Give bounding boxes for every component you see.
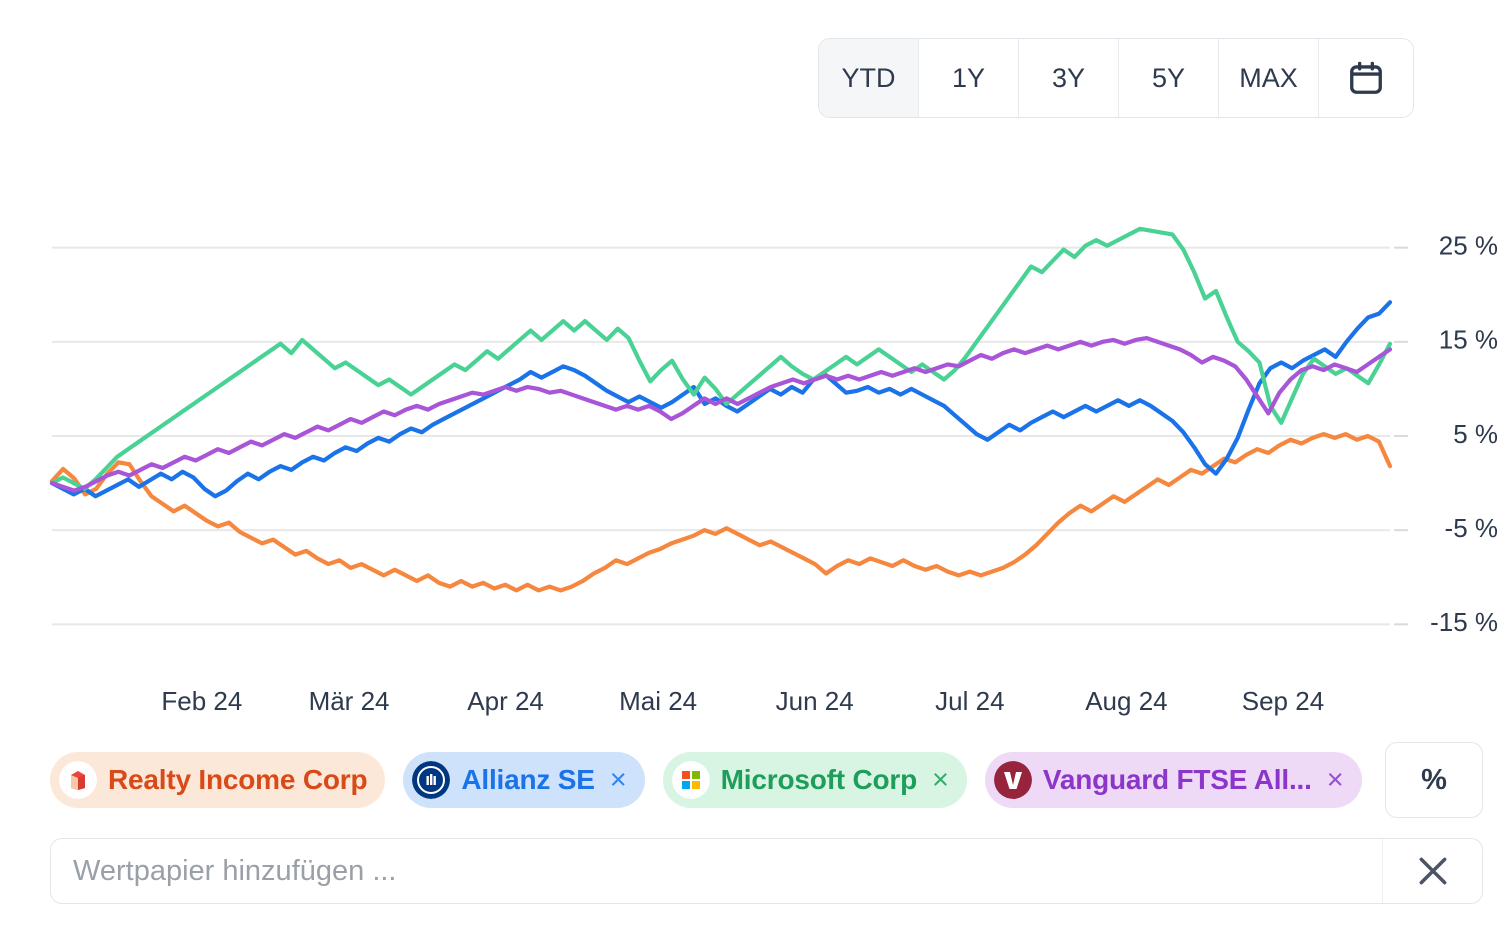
custom-date-range-button[interactable] xyxy=(1319,39,1413,117)
legend-chip[interactable]: Vanguard FTSE All... × xyxy=(985,752,1362,808)
range-button-3y[interactable]: 3Y xyxy=(1019,39,1119,117)
range-button-max-label: MAX xyxy=(1239,63,1298,94)
range-button-5y-label: 5Y xyxy=(1152,63,1185,94)
legend-chip[interactable]: Realty Income Corp xyxy=(50,752,385,808)
legend-chip-remove-icon[interactable]: × xyxy=(610,766,627,795)
range-button-ytd-label: YTD xyxy=(842,63,896,94)
allianz-logo xyxy=(412,761,450,799)
close-icon xyxy=(1413,851,1453,891)
range-button-1y-label: 1Y xyxy=(952,63,985,94)
series-line xyxy=(52,229,1390,489)
range-button-1y[interactable]: 1Y xyxy=(919,39,1019,117)
x-axis-tick-label: Mär 24 xyxy=(309,686,390,716)
range-button-5y[interactable]: 5Y xyxy=(1119,39,1219,117)
chart-x-axis-labels: Feb 24 Mär 24 Apr 24 Mai 24 Jun 24 Jul 24 Aug … xyxy=(161,686,1324,716)
chart-gridlines xyxy=(52,248,1408,625)
legend-chip-label: Vanguard FTSE All... xyxy=(1043,764,1312,796)
y-axis-tick-label: -5 % xyxy=(1445,513,1498,543)
y-axis-tick-label: 25 % xyxy=(1439,231,1498,261)
x-axis-tick-label: Aug 24 xyxy=(1085,686,1167,716)
legend-chip[interactable]: Allianz SE × xyxy=(403,752,644,808)
chart-series-lines xyxy=(52,229,1390,591)
security-legend: Realty Income CorpAllianz SE×Microsoft C… xyxy=(50,750,1450,810)
chart-y-axis-labels: 25 % 15 % 5 % -5 % -15 % xyxy=(1430,231,1498,638)
legend-chip-label: Allianz SE xyxy=(461,764,594,796)
x-axis-tick-label: Apr 24 xyxy=(467,686,544,716)
series-line xyxy=(52,434,1390,590)
y-axis-tick-label: -15 % xyxy=(1430,607,1498,637)
performance-chart[interactable]: 25 % 15 % 5 % -5 % -15 % Feb 24 Mär 24 Apr 24 M… xyxy=(0,150,1498,730)
legend-chip[interactable]: Microsoft Corp × xyxy=(663,752,967,808)
add-security-row xyxy=(50,838,1483,904)
legend-chip-label: Realty Income Corp xyxy=(108,764,367,796)
calendar-icon xyxy=(1347,59,1385,97)
clear-search-button[interactable] xyxy=(1382,839,1482,903)
x-axis-tick-label: Jul 24 xyxy=(935,686,1004,716)
x-axis-tick-label: Sep 24 xyxy=(1242,686,1324,716)
vanguard-logo xyxy=(994,761,1032,799)
range-button-3y-label: 3Y xyxy=(1052,63,1085,94)
x-axis-tick-label: Jun 24 xyxy=(776,686,854,716)
range-button-ytd[interactable]: YTD xyxy=(819,39,919,117)
percent-toggle-label: % xyxy=(1421,764,1447,797)
microsoft-logo xyxy=(672,761,710,799)
y-axis-tick-label: 15 % xyxy=(1439,325,1498,355)
legend-chip-remove-icon[interactable]: × xyxy=(1327,766,1344,795)
add-security-input[interactable] xyxy=(51,839,1382,903)
time-range-selector[interactable]: YTD 1Y 3Y 5Y MAX xyxy=(818,38,1414,118)
x-axis-tick-label: Feb 24 xyxy=(161,686,242,716)
range-button-max[interactable]: MAX xyxy=(1219,39,1319,117)
legend-chip-remove-icon[interactable]: × xyxy=(932,766,949,795)
x-axis-tick-label: Mai 24 xyxy=(619,686,697,716)
percent-toggle-button[interactable]: % xyxy=(1385,742,1483,818)
legend-chip-label: Microsoft Corp xyxy=(721,764,917,796)
realty-income-logo xyxy=(59,761,97,799)
chart-canvas[interactable]: 25 % 15 % 5 % -5 % -15 % Feb 24 Mär 24 Apr 24 M… xyxy=(0,150,1498,730)
portfolio-chart-page: YTD 1Y 3Y 5Y MAX 25 % 15 % 5 % -5 % -15 % Fe… xyxy=(0,0,1498,950)
y-axis-tick-label: 5 % xyxy=(1453,419,1498,449)
